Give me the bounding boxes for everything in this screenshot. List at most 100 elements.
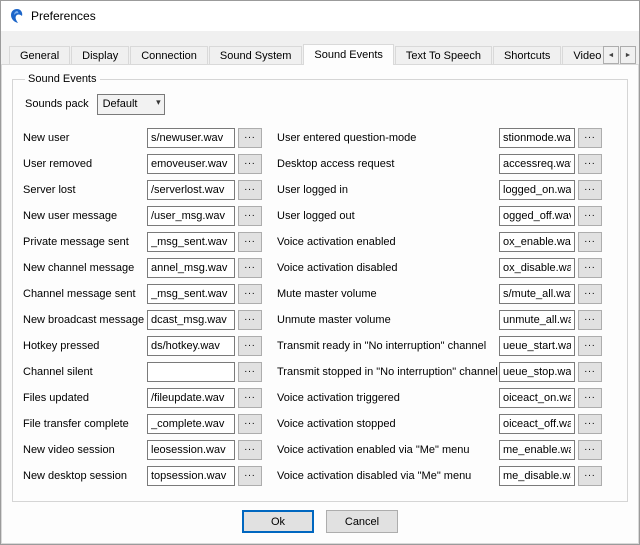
browse-button[interactable]: ... <box>238 154 262 174</box>
sound-file-input[interactable] <box>147 128 235 148</box>
sound-file-input[interactable] <box>499 336 575 356</box>
sound-event-row: User logged in ... <box>277 177 619 203</box>
app-icon <box>9 8 25 24</box>
sound-file-input[interactable] <box>147 414 235 434</box>
browse-button[interactable]: ... <box>238 284 262 304</box>
browse-button[interactable]: ... <box>578 258 602 278</box>
browse-button[interactable]: ... <box>578 232 602 252</box>
browse-button[interactable]: ... <box>238 336 262 356</box>
browse-button[interactable]: ... <box>578 180 602 200</box>
sound-event-row: Mute master volume ... <box>277 281 619 307</box>
sound-file-input[interactable] <box>147 388 235 408</box>
sound-file-input[interactable] <box>147 466 235 486</box>
browse-button[interactable]: ... <box>578 206 602 226</box>
tab-display[interactable]: Display <box>71 46 129 65</box>
cancel-button[interactable]: Cancel <box>326 510 398 533</box>
browse-button[interactable]: ... <box>578 336 602 356</box>
event-label: New video session <box>23 444 147 456</box>
event-label: File transfer complete <box>23 418 147 430</box>
sounds-pack-value: Default <box>103 98 138 110</box>
sound-file-input[interactable] <box>499 180 575 200</box>
tab-sound-events[interactable]: Sound Events <box>303 44 394 65</box>
browse-button[interactable]: ... <box>238 362 262 382</box>
title-bar: Preferences <box>1 1 639 31</box>
sound-file-input[interactable] <box>499 440 575 460</box>
browse-button[interactable]: ... <box>578 414 602 434</box>
sounds-pack-row: Sounds pack Default ▾ <box>25 93 619 115</box>
sound-file-input[interactable] <box>147 258 235 278</box>
browse-button[interactable]: ... <box>238 466 262 486</box>
sound-events-group: Sound Events Sounds pack Default ▾ New u… <box>12 73 628 502</box>
sound-file-input[interactable] <box>499 414 575 434</box>
browse-button[interactable]: ... <box>238 128 262 148</box>
sound-events-right-column: User entered question-mode ... Desktop a… <box>277 125 619 489</box>
sound-file-input[interactable] <box>499 466 575 486</box>
sound-file-input[interactable] <box>147 440 235 460</box>
tab-scroll-left-button[interactable]: ◄ <box>603 46 619 64</box>
event-label: User logged out <box>277 210 499 222</box>
sound-file-input[interactable] <box>499 154 575 174</box>
browse-button[interactable]: ... <box>238 310 262 330</box>
window-title: Preferences <box>31 9 96 23</box>
sound-file-input[interactable] <box>147 310 235 330</box>
sound-file-input[interactable] <box>147 362 235 382</box>
sound-file-input[interactable] <box>499 310 575 330</box>
sound-event-row: Voice activation stopped ... <box>277 411 619 437</box>
sounds-pack-label: Sounds pack <box>25 98 89 110</box>
event-label: Voice activation enabled via "Me" menu <box>277 444 499 456</box>
tab-connection[interactable]: Connection <box>130 46 208 65</box>
sound-event-row: Transmit ready in "No interruption" chan… <box>277 333 619 359</box>
sound-file-input[interactable] <box>499 206 575 226</box>
sound-file-input[interactable] <box>147 232 235 252</box>
sound-event-row: Voice activation enabled ... <box>277 229 619 255</box>
sound-event-row: New desktop session ... <box>23 463 273 489</box>
browse-button[interactable]: ... <box>578 362 602 382</box>
browse-button[interactable]: ... <box>578 388 602 408</box>
browse-button[interactable]: ... <box>578 466 602 486</box>
event-label: New channel message <box>23 262 147 274</box>
tab-shortcuts[interactable]: Shortcuts <box>493 46 561 65</box>
sound-file-input[interactable] <box>147 154 235 174</box>
event-label: Files updated <box>23 392 147 404</box>
chevron-down-icon: ▾ <box>156 97 161 108</box>
sound-event-row: File transfer complete ... <box>23 411 273 437</box>
browse-button[interactable]: ... <box>238 206 262 226</box>
ok-button[interactable]: Ok <box>242 510 314 533</box>
sound-file-input[interactable] <box>499 232 575 252</box>
browse-button[interactable]: ... <box>578 310 602 330</box>
tab-scroll-right-button[interactable]: ► <box>620 46 636 64</box>
sound-file-input[interactable] <box>499 284 575 304</box>
tab-text-to-speech[interactable]: Text To Speech <box>395 46 492 65</box>
browse-button[interactable]: ... <box>238 258 262 278</box>
browse-button[interactable]: ... <box>578 440 602 460</box>
browse-button[interactable]: ... <box>238 388 262 408</box>
browse-button[interactable]: ... <box>238 440 262 460</box>
browse-button[interactable]: ... <box>238 414 262 434</box>
sound-file-input[interactable] <box>499 258 575 278</box>
sound-file-input[interactable] <box>147 284 235 304</box>
tab-sound-system[interactable]: Sound System <box>209 46 303 65</box>
tab-list: GeneralDisplayConnectionSound SystemSoun… <box>9 44 615 65</box>
sound-file-input[interactable] <box>147 180 235 200</box>
tab-scroll-buttons: ◄ ► <box>603 46 636 64</box>
browse-button[interactable]: ... <box>578 128 602 148</box>
tab-general[interactable]: General <box>9 46 70 65</box>
sound-file-input[interactable] <box>499 388 575 408</box>
browse-button[interactable]: ... <box>238 180 262 200</box>
sound-file-input[interactable] <box>499 362 575 382</box>
event-label: New desktop session <box>23 470 147 482</box>
sounds-pack-select[interactable]: Default ▾ <box>97 94 165 115</box>
event-label: User logged in <box>277 184 499 196</box>
sound-file-input[interactable] <box>147 336 235 356</box>
sound-event-row: New user ... <box>23 125 273 151</box>
browse-button[interactable]: ... <box>238 232 262 252</box>
event-label: New user <box>23 132 147 144</box>
browse-button[interactable]: ... <box>578 154 602 174</box>
sound-file-input[interactable] <box>499 128 575 148</box>
event-label: Voice activation disabled <box>277 262 499 274</box>
sound-events-pane: Sound Events Sounds pack Default ▾ New u… <box>1 64 639 544</box>
browse-button[interactable]: ... <box>578 284 602 304</box>
sound-event-row: New broadcast message ... <box>23 307 273 333</box>
event-label: Unmute master volume <box>277 314 499 326</box>
sound-file-input[interactable] <box>147 206 235 226</box>
